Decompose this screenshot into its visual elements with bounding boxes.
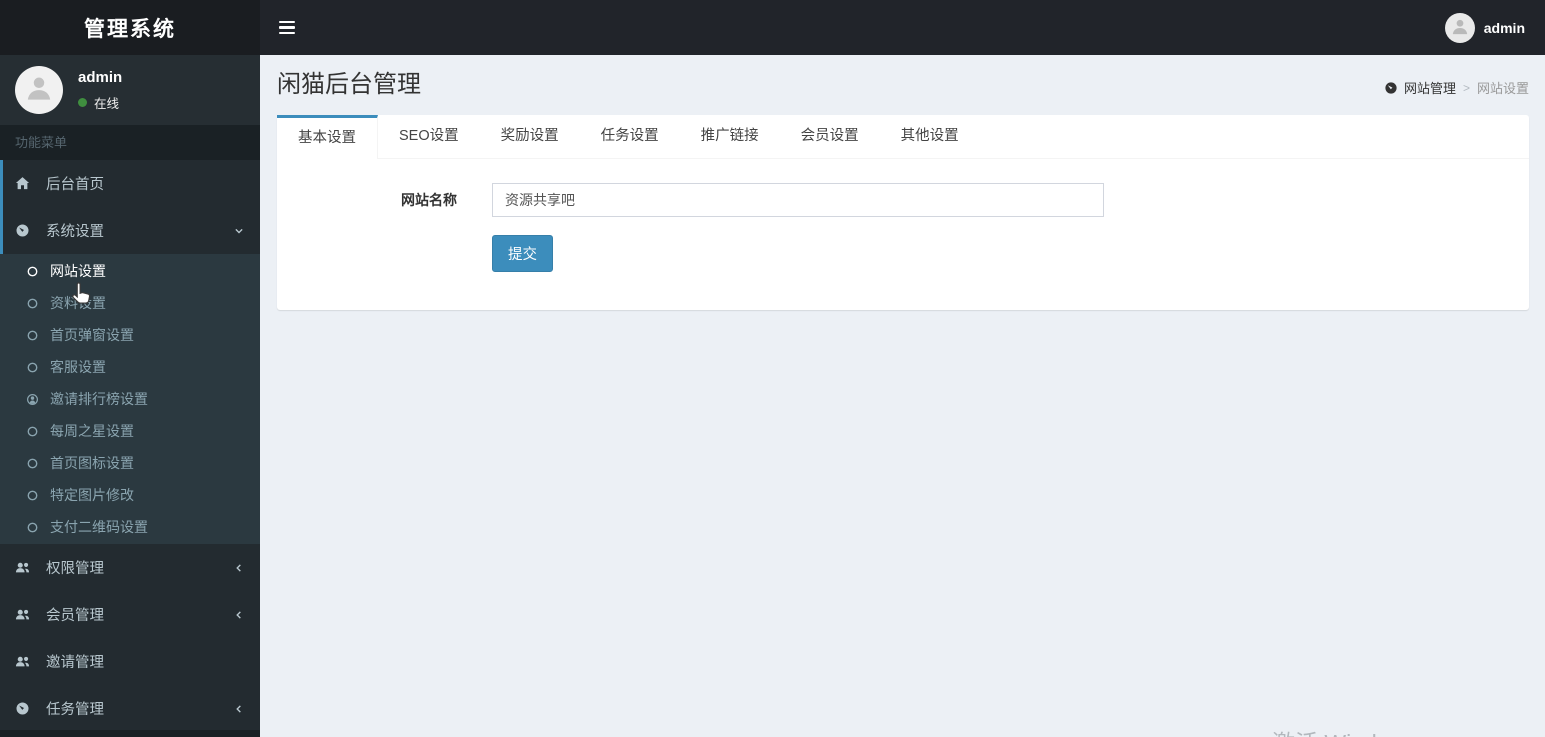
submenu-item[interactable]: 每周之星设置: [0, 415, 260, 447]
circle-icon: [26, 457, 50, 470]
online-status-icon: [78, 97, 87, 107]
settings-tabs: 基本设置 SEO设置 奖励设置 任务设置 推广链接 会员设置 其他设置: [277, 115, 1529, 159]
site-name-label: 网站名称: [401, 192, 457, 208]
tab[interactable]: SEO设置: [378, 115, 480, 158]
sidebar-section-label: 功能菜单: [0, 125, 260, 160]
breadcrumb-root-link[interactable]: 网站管理: [1384, 78, 1456, 97]
users-icon: [15, 607, 38, 622]
submenu-item[interactable]: 邀请排行榜设置: [0, 383, 260, 415]
sidebar-item[interactable]: 系统设置: [0, 207, 260, 254]
navbar-main: admin: [260, 0, 1545, 55]
breadcrumb-separator: >: [1462, 80, 1470, 95]
menu-toggle-icon[interactable]: [277, 17, 297, 39]
breadcrumb-root-label: 网站管理: [1403, 81, 1456, 96]
tab[interactable]: 其他设置: [880, 115, 980, 158]
circle-icon: [26, 329, 50, 342]
sidebar-user-panel: admin 在线: [0, 55, 260, 125]
navbar-user-menu[interactable]: admin: [1444, 12, 1525, 43]
submenu-item[interactable]: 资料设置: [0, 287, 260, 319]
chevron-down-icon: [233, 225, 245, 237]
circle-icon: [26, 521, 50, 534]
main-content: 闲猫后台管理 网站管理 > 网站设置 基本设置 SEO设置 奖励设置 任务设置 推广链接…: [260, 55, 1545, 737]
circle-icon: [26, 361, 50, 374]
sidebar-bottom-strip: [0, 730, 260, 737]
chevron-left-icon: [233, 609, 245, 621]
submit-row: 提交: [302, 235, 1504, 272]
navbar-username: admin: [1483, 19, 1525, 36]
tab[interactable]: 奖励设置: [480, 115, 580, 158]
user-circle-icon: [26, 393, 50, 406]
user-avatar-icon[interactable]: [15, 66, 63, 114]
submenu: 网站设置 资料设置 首页弹窗设置 客服设置 邀请排行榜设置 每周之星设置 首页图标设置 特定图…: [0, 254, 260, 544]
dashboard-icon: [1384, 81, 1398, 95]
site-name-input[interactable]: [492, 183, 1104, 217]
site-name-row: 网站名称: [302, 183, 1504, 217]
dashboard-icon: [15, 223, 38, 238]
submenu-item[interactable]: 支付二维码设置: [0, 511, 260, 543]
page-title: 闲猫后台管理: [277, 71, 421, 98]
circle-icon: [26, 425, 50, 438]
user-avatar-icon: [1444, 12, 1475, 43]
dashboard-icon: [15, 701, 38, 716]
settings-panel: 基本设置SEO设置奖励设置任务设置推广链接会员设置其他设置 网站名称 提交: [277, 115, 1529, 310]
submenu-item[interactable]: 客服设置: [0, 351, 260, 383]
submenu-item[interactable]: 网站设置: [0, 255, 260, 287]
tab[interactable]: 推广链接: [680, 115, 780, 158]
user-status-label: 在线: [94, 96, 120, 111]
circle-icon: [26, 297, 50, 310]
watermark-line1: 激活 Windows: [1272, 724, 1454, 737]
submit-button[interactable]: 提交: [492, 235, 553, 272]
sidebar-item[interactable]: 权限管理: [0, 544, 260, 591]
sidebar-item[interactable]: 任务管理: [0, 685, 260, 732]
breadcrumb-current: 网站设置: [1476, 81, 1529, 96]
chevron-left-icon: [233, 562, 245, 574]
user-status[interactable]: 在线: [78, 93, 122, 112]
sidebar-username: admin: [78, 68, 123, 86]
submenu-item[interactable]: 首页弹窗设置: [0, 319, 260, 351]
sidebar-item[interactable]: 后台首页: [0, 160, 260, 207]
top-navbar: 管理系统 admin: [0, 0, 1545, 55]
users-icon: [15, 560, 38, 575]
users-icon: [15, 654, 38, 669]
tab[interactable]: 任务设置: [580, 115, 680, 158]
submenu-item[interactable]: 首页图标设置: [0, 447, 260, 479]
chevron-left-icon: [233, 703, 245, 715]
circle-icon: [26, 489, 50, 502]
tab[interactable]: 会员设置: [780, 115, 880, 158]
sidebar: admin 在线 功能菜单 后台首页 系统设置 网站设置 资料设置 首页弹窗设置 客服设置…: [0, 55, 260, 737]
content-header: 闲猫后台管理 网站管理 > 网站设置: [260, 55, 1545, 101]
breadcrumb: 网站管理 > 网站设置: [1384, 78, 1529, 97]
submenu-item[interactable]: 特定图片修改: [0, 479, 260, 511]
circle-icon: [26, 265, 50, 278]
windows-activation-watermark: 激活 Windows 转到“设置”以激活 Windows。: [1272, 724, 1454, 737]
brand-logo[interactable]: 管理系统: [0, 0, 260, 55]
sidebar-menu: 后台首页 系统设置 网站设置 资料设置 首页弹窗设置 客服设置 邀请排行榜设置 每周之星设置首…: [0, 160, 260, 732]
sidebar-item[interactable]: 邀请管理: [0, 638, 260, 685]
tab-content: 网站名称 提交: [277, 159, 1529, 310]
sidebar-item[interactable]: 会员管理: [0, 591, 260, 638]
tab[interactable]: 基本设置: [277, 115, 378, 159]
home-icon: [15, 176, 38, 191]
